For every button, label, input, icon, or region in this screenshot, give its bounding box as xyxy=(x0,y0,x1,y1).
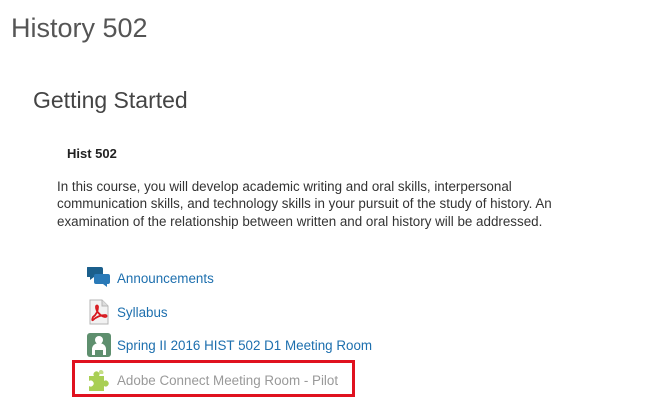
course-title: History 502 xyxy=(11,13,148,43)
meeting-room-label[interactable]: Spring II 2016 HIST 502 D1 Meeting Room xyxy=(117,338,372,353)
syllabus-link[interactable]: Syllabus xyxy=(87,298,168,326)
section-subtitle: Hist 502 xyxy=(67,146,117,161)
highlight-box xyxy=(72,360,355,397)
meeting-room-link[interactable]: Spring II 2016 HIST 502 D1 Meeting Room xyxy=(87,331,372,359)
section-description: In this course, you will develop academi… xyxy=(57,179,552,229)
announcements-link[interactable]: Announcements xyxy=(87,264,214,292)
meeting-room-icon xyxy=(87,332,111,358)
section-title: Getting Started xyxy=(33,87,188,113)
syllabus-label[interactable]: Syllabus xyxy=(117,305,168,320)
pdf-icon xyxy=(87,299,111,325)
announcements-icon xyxy=(87,265,111,291)
announcements-label[interactable]: Announcements xyxy=(117,271,214,286)
